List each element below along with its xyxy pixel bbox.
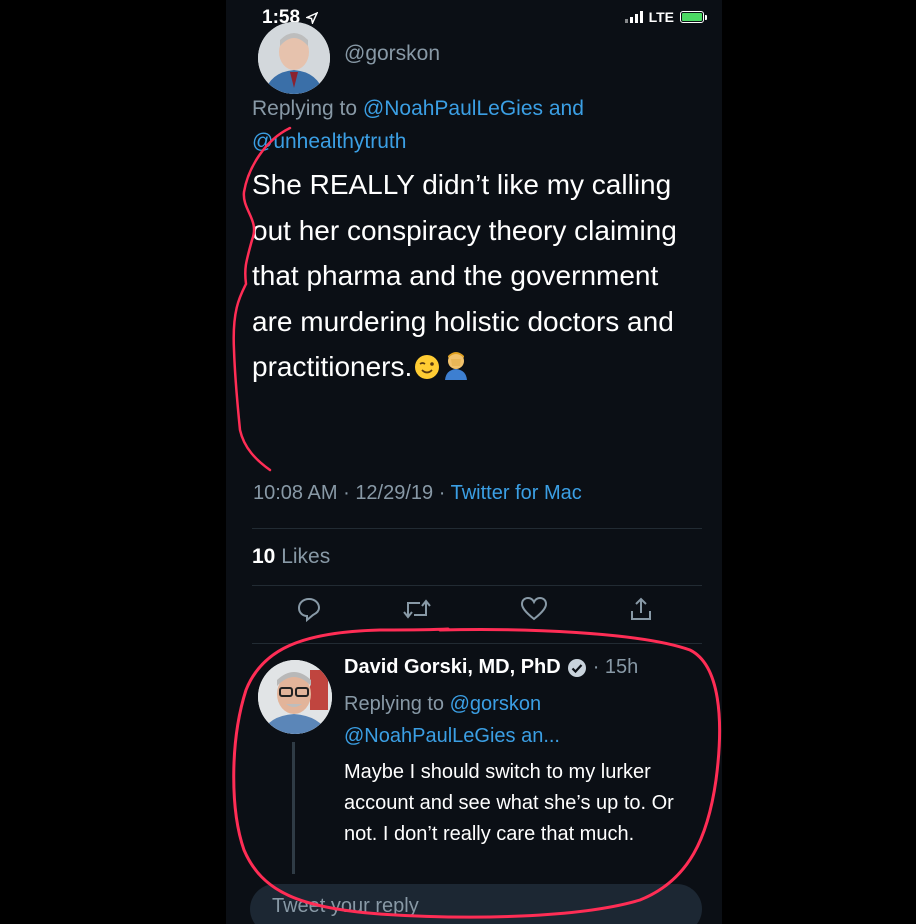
reply-compose-box[interactable] xyxy=(250,884,702,924)
share-icon[interactable] xyxy=(628,596,654,627)
tweet-text: She REALLY didn’t like my calling out he… xyxy=(252,162,702,394)
status-indicators: LTE xyxy=(624,9,707,25)
divider xyxy=(252,643,702,644)
retweet-icon[interactable] xyxy=(402,596,432,627)
avatar[interactable] xyxy=(258,22,330,94)
like-icon[interactable] xyxy=(520,596,548,627)
signal-icon xyxy=(624,11,643,23)
facepalm-emoji-icon xyxy=(442,348,470,394)
avatar[interactable] xyxy=(258,660,332,734)
reply-author-name[interactable]: David Gorski, MD, PhD xyxy=(344,656,561,679)
mention-link[interactable]: @NoahPaulLeGies an... xyxy=(344,725,560,747)
divider xyxy=(252,528,702,529)
reply-time: · 15h xyxy=(592,656,639,678)
likes-count[interactable]: 10 Likes xyxy=(252,545,330,569)
location-arrow-icon xyxy=(306,12,319,24)
battery-icon xyxy=(680,11,707,23)
thread-line xyxy=(292,742,295,874)
winking-face-emoji-icon xyxy=(414,348,440,394)
tweet-source-link[interactable]: Twitter for Mac xyxy=(451,482,582,504)
mention-link[interactable]: @gorskon xyxy=(450,693,541,715)
tweet-author-handle[interactable]: @gorskon xyxy=(344,42,440,66)
mention-link[interactable]: @unhealthytruth xyxy=(252,130,406,153)
reply-tweet-text: Maybe I should switch to my lurker accou… xyxy=(344,761,674,845)
replying-to-line: Replying to @gorskon @NoahPaulLeGies an.… xyxy=(344,693,560,747)
divider xyxy=(252,585,702,586)
tweet-actions xyxy=(226,596,722,632)
network-label: LTE xyxy=(648,9,674,25)
reply-icon[interactable] xyxy=(296,596,322,627)
replying-to-line: Replying to @NoahPaulLeGies and @unhealt… xyxy=(252,97,584,153)
reply-author-line[interactable]: David Gorski, MD, PhD · 15h xyxy=(344,656,638,679)
tweet-time: 10:08 AM xyxy=(253,482,338,504)
tweet-date: 12/29/19 xyxy=(355,482,434,504)
tweet-meta: 10:08 AM · 12/29/19 · Twitter for Mac xyxy=(253,482,582,504)
verified-badge-icon xyxy=(567,658,586,677)
twitter-thread-screen: 1:58 LTE @gorskon Replying to @NoahPaulL… xyxy=(226,0,722,924)
mention-link[interactable]: @NoahPaulLeGies xyxy=(363,97,543,120)
reply-input[interactable] xyxy=(270,894,674,919)
